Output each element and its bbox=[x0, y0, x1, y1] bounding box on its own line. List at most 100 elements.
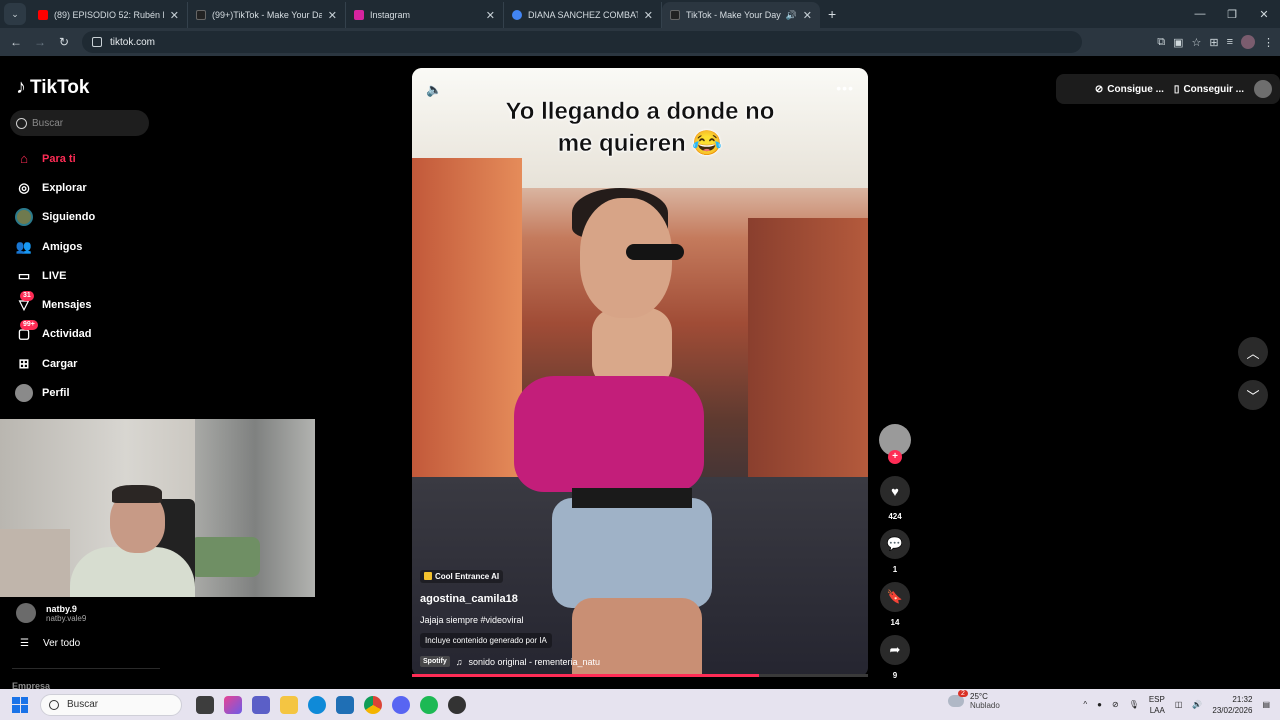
sidebar-item-siguiendo[interactable]: Siguiendo bbox=[14, 203, 214, 232]
sidebar-item-actividad[interactable]: ▢ 99+ Actividad bbox=[14, 320, 214, 349]
sidebar-item-label: Cargar bbox=[42, 357, 78, 370]
speaker-icon[interactable]: 🔊 bbox=[1192, 700, 1202, 709]
microphone-icon[interactable]: 🎙 bbox=[1129, 700, 1139, 709]
youtube-icon bbox=[38, 10, 48, 20]
follow-plus-icon[interactable]: + bbox=[888, 450, 902, 464]
taskbar-search[interactable]: Buscar bbox=[40, 693, 182, 716]
get-app-button[interactable]: ▯ Conseguir ... bbox=[1174, 84, 1244, 95]
sidebar-item-label: Actividad bbox=[42, 328, 92, 341]
close-icon[interactable]: ✕ bbox=[486, 9, 495, 22]
share-button[interactable]: ➦ bbox=[880, 635, 910, 665]
discord-icon[interactable] bbox=[392, 695, 410, 714]
like-button[interactable]: ♥ bbox=[880, 476, 910, 506]
site-info-icon[interactable] bbox=[92, 37, 102, 47]
comment-button[interactable]: 💬 bbox=[880, 529, 910, 559]
menu-icon[interactable]: ⋮ bbox=[1263, 36, 1274, 49]
back-button[interactable]: ← bbox=[4, 35, 28, 49]
browser-tab[interactable]: DIANA SANCHEZ COMBATE - B ✕ bbox=[504, 2, 662, 28]
close-icon[interactable]: ✕ bbox=[644, 9, 653, 22]
media-control-icon[interactable]: ≡ bbox=[1227, 36, 1233, 48]
video-username[interactable]: agostina_camila18 bbox=[420, 593, 840, 605]
webcam-person-hair bbox=[112, 485, 162, 503]
profile-avatar[interactable] bbox=[1241, 35, 1255, 49]
browser-tab[interactable]: (89) EPISODIO 52: Rubén Blade ✕ bbox=[30, 2, 188, 28]
sidebar-item-mensajes[interactable]: ▽ 31 Mensajes bbox=[14, 290, 214, 319]
chevron-up-icon[interactable]: ^ bbox=[1083, 700, 1087, 709]
address-bar[interactable]: tiktok.com bbox=[82, 31, 1082, 53]
search-icon bbox=[49, 699, 59, 710]
search-input[interactable]: Buscar bbox=[10, 110, 149, 136]
browser-tab[interactable]: (99+)TikTok - Make Your Day ✕ bbox=[188, 2, 346, 28]
video-player[interactable]: Yo llegando a donde no me quieren 😂 🔈 ••… bbox=[412, 68, 868, 677]
account-item[interactable]: natby.9 natby.vale9 bbox=[16, 603, 86, 623]
browser-tab[interactable]: Instagram ✕ bbox=[346, 2, 504, 28]
close-icon[interactable]: ✕ bbox=[328, 9, 337, 22]
compass-icon: ◎ bbox=[18, 179, 30, 195]
cast-icon[interactable]: ▣ bbox=[1173, 36, 1183, 49]
following-avatar-icon bbox=[14, 207, 34, 227]
app-icon[interactable] bbox=[448, 695, 466, 714]
prev-video-button[interactable]: ︿ bbox=[1238, 337, 1268, 367]
minimize-button[interactable]: — bbox=[1184, 0, 1216, 28]
spotify-tag[interactable]: Spotify bbox=[420, 656, 450, 667]
edge-icon[interactable] bbox=[308, 695, 326, 714]
copilot-icon[interactable] bbox=[224, 695, 242, 714]
effect-tag[interactable]: Cool Entrance AI bbox=[420, 569, 504, 583]
video-progress-bar[interactable] bbox=[412, 674, 868, 677]
user-avatar[interactable] bbox=[1254, 80, 1272, 98]
video-wall-right bbox=[748, 218, 868, 518]
upload-icon: ⊞ bbox=[18, 355, 30, 371]
network-icon[interactable]: ⊘ bbox=[1112, 700, 1119, 709]
extensions-icon[interactable]: ⊞ bbox=[1209, 36, 1218, 49]
store-icon[interactable] bbox=[336, 695, 354, 714]
forward-button[interactable]: → bbox=[28, 35, 52, 49]
app-tray-icon[interactable]: ● bbox=[1097, 700, 1102, 709]
activity-icon: ▢ 99+ bbox=[14, 320, 38, 344]
tiktok-logo[interactable]: ♪ TikTok bbox=[16, 76, 89, 99]
comment-count: 1 bbox=[892, 565, 898, 574]
task-view-icon[interactable] bbox=[196, 695, 214, 714]
volume-icon[interactable]: 🔈 bbox=[426, 82, 442, 98]
speaker-icon[interactable]: 🔊 bbox=[786, 10, 797, 21]
tiktok-note-icon: ♪ bbox=[16, 76, 26, 98]
search-icon bbox=[16, 117, 27, 129]
sidebar-item-cargar[interactable]: ⊞ Cargar bbox=[14, 349, 214, 378]
wifi-icon[interactable]: ◫ bbox=[1175, 700, 1183, 709]
tab-search-button[interactable]: ⌄ bbox=[4, 3, 26, 25]
close-icon[interactable]: ✕ bbox=[803, 9, 812, 22]
sidebar-item-live[interactable]: ▭ LIVE bbox=[14, 261, 214, 290]
weather-widget[interactable]: 2 25°C Nublado bbox=[948, 690, 1000, 710]
creator-avatar[interactable]: + bbox=[879, 424, 911, 464]
sidebar-item-explorar[interactable]: ◎ Explorar bbox=[14, 173, 214, 202]
clock[interactable]: 21:32 23/02/2026 bbox=[1212, 694, 1252, 716]
next-video-button[interactable]: ﹀ bbox=[1238, 380, 1268, 410]
sidebar-item-label: Amigos bbox=[42, 240, 83, 253]
new-tab-button[interactable]: + bbox=[828, 6, 836, 22]
notification-icon[interactable]: ▤ bbox=[1262, 700, 1270, 709]
file-explorer-icon[interactable] bbox=[280, 695, 298, 714]
teams-icon[interactable] bbox=[252, 695, 270, 714]
music-row[interactable]: Spotify ♫ sonido original - rementeria_n… bbox=[420, 656, 840, 667]
get-coins-button[interactable]: ⊘ Consigue ... bbox=[1095, 84, 1164, 95]
sidebar-item-label: Perfil bbox=[42, 387, 70, 400]
windows-start-icon[interactable] bbox=[12, 696, 28, 713]
sidebar-item-amigos[interactable]: 👥 Amigos bbox=[14, 232, 214, 261]
translate-icon[interactable]: ⧉ bbox=[1157, 36, 1165, 49]
sidebar-item-perfil[interactable]: Perfil bbox=[14, 378, 214, 407]
effect-icon bbox=[424, 572, 432, 580]
messages-badge: 31 bbox=[20, 291, 34, 302]
spotify-icon[interactable] bbox=[420, 695, 438, 714]
close-icon[interactable]: ✕ bbox=[170, 9, 179, 22]
reload-button[interactable]: ↻ bbox=[52, 35, 76, 49]
save-button[interactable]: 🔖 bbox=[880, 582, 910, 612]
bookmark-star-icon[interactable]: ☆ bbox=[1191, 36, 1201, 49]
sidebar-item-para-ti[interactable]: ⌂ Para ti bbox=[14, 144, 214, 173]
language-indicator[interactable]: ESP LAA bbox=[1149, 694, 1165, 716]
browser-tab-active[interactable]: TikTok - Make Your Day 🔊 ✕ bbox=[662, 2, 820, 28]
close-window-button[interactable]: ✕ bbox=[1248, 0, 1280, 28]
activity-badge: 99+ bbox=[20, 320, 38, 331]
chrome-icon[interactable] bbox=[364, 695, 382, 714]
restore-button[interactable]: ❐ bbox=[1216, 0, 1248, 28]
more-options-icon[interactable]: ••• bbox=[836, 80, 854, 96]
see-all-link[interactable]: ☰ Ver todo bbox=[20, 638, 80, 649]
